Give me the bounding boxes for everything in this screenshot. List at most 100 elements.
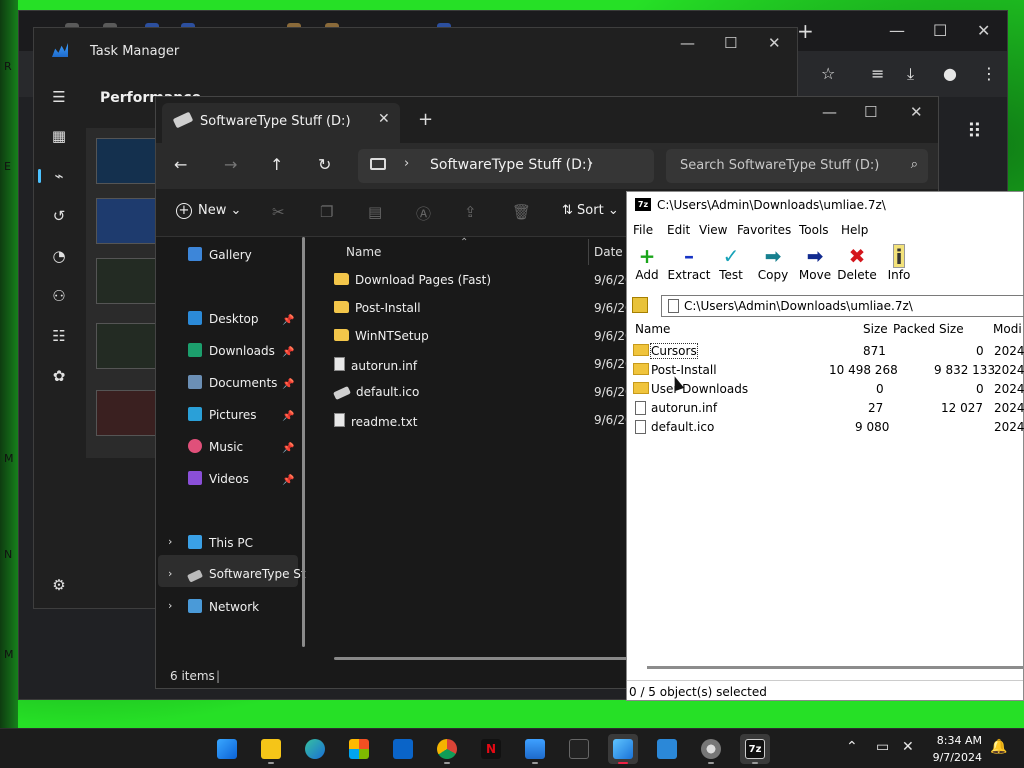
sort-button[interactable]: ⇅ Sort ⌄ <box>562 203 619 218</box>
expand-chevron-icon[interactable]: › <box>168 599 172 612</box>
table-row[interactable]: Post-Install 10 498 268 9 832 133 2024- <box>627 361 1024 380</box>
network-icon[interactable]: ▭ <box>876 739 889 755</box>
nav-item-gallery[interactable]: Gallery <box>188 247 252 269</box>
delete-button[interactable]: ✖ Delete <box>835 244 879 282</box>
new-tab-icon[interactable]: + <box>797 19 814 43</box>
volume-muted-icon[interactable]: ✕ <box>902 739 914 755</box>
close-icon[interactable]: ✕ <box>977 21 990 40</box>
expand-chevron-icon[interactable]: › <box>168 535 172 548</box>
settings-gear-icon[interactable]: ⚙ <box>48 574 70 596</box>
nav-item-desktop[interactable]: Desktop <box>188 311 259 333</box>
pin-icon[interactable]: 📌 <box>282 379 294 390</box>
taskbar-edge[interactable] <box>300 734 330 764</box>
explorer-tab[interactable]: SoftwareType Stuff (D:) ✕ <box>162 103 400 143</box>
nav-item-pictures[interactable]: Pictures <box>188 407 257 429</box>
reading-list-icon[interactable]: ≡ <box>871 64 884 83</box>
new-tab-icon[interactable]: + <box>418 109 433 130</box>
disk2-graph[interactable] <box>96 323 156 369</box>
users-icon[interactable]: ⚇ <box>48 285 70 307</box>
info-button[interactable]: i Info <box>877 244 921 282</box>
pin-icon[interactable]: 📌 <box>282 347 294 358</box>
horizontal-scrollbar[interactable] <box>647 666 1024 669</box>
performance-icon[interactable]: ⌁ <box>38 165 70 187</box>
network-graph[interactable] <box>96 390 156 436</box>
nav-item-music[interactable]: Music <box>188 439 243 461</box>
memory-graph[interactable] <box>96 198 156 244</box>
add-button[interactable]: + Add <box>625 244 669 282</box>
column-divider[interactable] <box>588 239 589 265</box>
taskbar-photos[interactable] <box>608 734 638 764</box>
minimize-icon[interactable]: — <box>822 103 837 121</box>
minimize-icon[interactable]: — <box>889 21 905 40</box>
move-button[interactable]: ➡ Move <box>793 244 837 282</box>
column-header-size[interactable]: Size <box>863 322 888 336</box>
list-item[interactable]: default.ico <box>333 385 419 407</box>
bookmark-star-icon[interactable]: ☆ <box>821 64 835 83</box>
menu-help[interactable]: Help <box>841 223 868 237</box>
table-row[interactable]: default.ico 9 080 2024- <box>627 418 1024 437</box>
share-icon[interactable]: ⇪ <box>464 203 477 221</box>
desktop-icon-2[interactable]: E <box>4 160 11 173</box>
taskbar-settings[interactable] <box>696 734 726 764</box>
desktop-icon-4[interactable]: N <box>4 548 12 561</box>
horizontal-scrollbar[interactable] <box>334 657 634 660</box>
taskbar-app-mm[interactable] <box>564 734 594 764</box>
list-item[interactable]: Post-Install <box>334 301 421 323</box>
taskbar-file-explorer[interactable] <box>256 734 286 764</box>
menu-kebab-icon[interactable]: ⋮ <box>981 64 997 83</box>
nav-item-drive[interactable]: SoftwareType St <box>186 567 306 589</box>
desktop-icon-1[interactable]: R <box>4 60 12 73</box>
copy-icon[interactable]: ❐ <box>320 203 333 221</box>
pin-icon[interactable]: 📌 <box>282 443 294 454</box>
close-tab-icon[interactable]: ✕ <box>378 111 390 127</box>
nav-item-documents[interactable]: Documents <box>188 375 277 397</box>
pin-icon[interactable]: 📌 <box>282 475 294 486</box>
menu-tools[interactable]: Tools <box>799 223 829 237</box>
nav-item-network[interactable]: Network <box>188 599 259 621</box>
table-row[interactable]: autorun.inf 27 12 027 2024- <box>627 399 1024 418</box>
column-header-modified[interactable]: Modi <box>993 322 1022 336</box>
processes-icon[interactable]: ▦ <box>48 125 70 147</box>
taskbar-outlook[interactable] <box>388 734 418 764</box>
close-icon[interactable]: ✕ <box>768 34 781 52</box>
disk-graph[interactable] <box>96 258 156 304</box>
rename-icon[interactable]: Ⓐ <box>416 203 431 224</box>
up-arrow-icon[interactable]: ↑ <box>270 155 283 174</box>
app-history-icon[interactable]: ↺ <box>48 205 70 227</box>
copy-button[interactable]: ➡ Copy <box>751 244 795 282</box>
download-icon[interactable]: ⤓ <box>907 64 914 84</box>
taskbar-7zip[interactable]: 7z <box>740 734 770 764</box>
taskbar-store[interactable] <box>344 734 374 764</box>
delete-icon[interactable]: 🗑 <box>512 203 531 221</box>
search-input[interactable]: Search SoftwareType Stuff (D:) ⌕ <box>666 149 928 183</box>
pin-icon[interactable]: 📌 <box>282 411 294 422</box>
apps-grid-icon[interactable]: ⠿ <box>967 119 982 143</box>
desktop-icon-5[interactable]: M <box>4 648 14 661</box>
maximize-icon[interactable]: ☐ <box>933 21 947 40</box>
column-header-name[interactable]: Name <box>346 245 381 259</box>
refresh-icon[interactable]: ↻ <box>318 155 331 174</box>
details-icon[interactable]: ☷ <box>48 325 70 347</box>
start-button[interactable] <box>212 734 242 764</box>
notification-bell-icon[interactable]: 🔔 <box>990 739 1007 755</box>
paste-icon[interactable]: ▤ <box>368 203 382 221</box>
nav-item-this-pc[interactable]: This PC <box>188 535 253 557</box>
chevron-up-icon[interactable]: ⌃ <box>846 739 858 755</box>
services-icon[interactable]: ✿ <box>48 365 70 387</box>
cut-icon[interactable]: ✂ <box>272 203 285 221</box>
maximize-icon[interactable]: ☐ <box>724 34 737 52</box>
taskbar-app-cube[interactable] <box>652 734 682 764</box>
list-item[interactable]: readme.txt <box>334 413 417 435</box>
test-button[interactable]: ✓ Test <box>709 244 753 282</box>
table-row[interactable]: User Downloads 0 0 2024- <box>627 380 1024 399</box>
nav-item-downloads[interactable]: Downloads <box>188 343 275 365</box>
pin-icon[interactable]: 📌 <box>282 315 294 326</box>
expand-chevron-icon[interactable]: › <box>168 567 172 580</box>
back-arrow-icon[interactable]: ← <box>174 155 187 174</box>
clock[interactable]: 8:34 AM 9/7/2024 <box>930 732 982 766</box>
address-bar[interactable]: › SoftwareType Stuff (D:) › <box>358 149 654 183</box>
list-item[interactable]: autorun.inf <box>334 357 417 379</box>
menu-file[interactable]: File <box>633 223 653 237</box>
cpu-graph[interactable] <box>96 138 156 184</box>
taskbar-task-manager[interactable] <box>520 734 550 764</box>
